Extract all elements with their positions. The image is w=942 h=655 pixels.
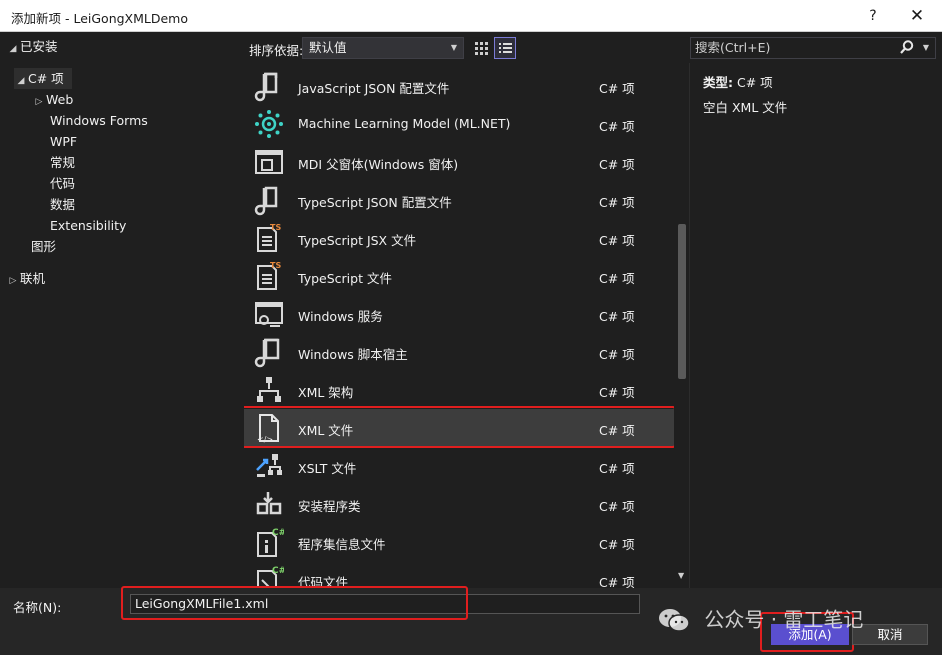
name-label: 名称(N): [13, 600, 62, 615]
template-item[interactable]: C# 代码文件 C# 项 [244, 561, 674, 588]
search-input[interactable]: 搜索(Ctrl+E) ▼ [690, 37, 936, 59]
selection-highlight-box [244, 406, 676, 448]
tree-item-web[interactable]: ▷ Web [32, 89, 74, 113]
template-item[interactable]: C# 程序集信息文件 C# 项 [244, 523, 674, 561]
json-config-icon [254, 72, 278, 102]
tree-item-online[interactable]: ▷ 联机 [6, 268, 45, 289]
svg-text:C#: C# [272, 528, 284, 538]
expanded-arrow-icon[interactable]: ◢ [6, 39, 20, 60]
chevron-down-icon[interactable]: ▼ [923, 38, 929, 58]
svg-text:C#: C# [272, 566, 284, 576]
template-item[interactable]: TS TypeScript 文件 C# 项 [244, 257, 674, 295]
grid-view-button[interactable] [470, 37, 492, 59]
svg-text:TS: TS [270, 223, 281, 232]
sort-label: 排序依据: [249, 43, 304, 58]
ml-model-icon [255, 110, 283, 138]
tree-item-graphics[interactable]: 图形 [31, 236, 56, 257]
template-item[interactable]: Machine Learning Model (ML.NET) C# 项 [244, 105, 674, 143]
tree-item-installed[interactable]: ◢ 已安装 [6, 36, 58, 57]
template-list-scrollbar[interactable]: ▼ [674, 66, 690, 588]
windows-service-icon [255, 302, 283, 327]
template-item[interactable]: TS TypeScript JSX 文件 C# 项 [244, 219, 674, 257]
collapsed-arrow-icon[interactable]: ▷ [6, 271, 20, 292]
chevron-down-icon: ▼ [450, 43, 457, 52]
search-icon[interactable] [899, 39, 915, 55]
assembly-info-icon: C# [257, 528, 284, 557]
template-item-selected[interactable]: </> XML 文件 C# 项 [244, 406, 676, 448]
expanded-arrow-icon[interactable]: ◢ [14, 71, 28, 92]
mdi-form-icon [255, 150, 283, 174]
name-highlight-box [121, 586, 468, 620]
grid-view-icon [475, 42, 488, 55]
category-tree: ◢ 已安装 ◢ C# 项 ▷ Web Windows Forms WPF 常规 代码 … [0, 33, 244, 588]
installer-class-icon [256, 492, 282, 515]
scroll-down-icon[interactable]: ▼ [678, 571, 684, 580]
svg-text:TS: TS [270, 261, 281, 270]
template-item[interactable]: 安装程序类 C# 项 [244, 485, 674, 523]
template-item[interactable]: TypeScript JSON 配置文件 C# 项 [244, 181, 674, 219]
title-bar: 添加新项 - LeiGongXMLDemo ? ✕ [0, 0, 942, 32]
tree-item-code[interactable]: 代码 [50, 173, 75, 194]
xml-schema-icon [257, 377, 281, 402]
wechat-icon [659, 608, 690, 632]
tree-item-data[interactable]: 数据 [50, 194, 75, 215]
scrollbar-thumb[interactable] [678, 224, 686, 379]
template-item[interactable]: XSLT 文件 C# 项 [244, 447, 674, 485]
tree-item-extensibility[interactable]: Extensibility [50, 215, 126, 236]
template-item[interactable]: XML 架构 C# 项 [244, 371, 674, 409]
template-item[interactable]: MDI 父窗体(Windows 窗体) C# 项 [244, 143, 674, 181]
tree-item-wpf[interactable]: WPF [50, 131, 77, 152]
collapsed-arrow-icon[interactable]: ▷ [32, 92, 46, 113]
watermark: 公众号 · 雷工笔记 [658, 603, 863, 633]
template-item[interactable]: Windows 服务 C# 项 [244, 295, 674, 333]
template-list: JavaScript JSON 配置文件 C# 项 Machine Learni… [244, 66, 690, 588]
details-pane: 搜索(Ctrl+E) ▼ 类型: C# 项 空白 XML 文件 [690, 33, 942, 588]
typescript-file-icon: TS [257, 223, 281, 252]
script-host-icon [254, 338, 280, 368]
list-view-button[interactable] [494, 37, 516, 59]
tree-item-windows-forms[interactable]: Windows Forms [50, 110, 148, 131]
window-title: 添加新项 - LeiGongXMLDemo [11, 11, 189, 26]
template-item[interactable]: JavaScript JSON 配置文件 C# 项 [244, 67, 674, 105]
item-description: 空白 XML 文件 [703, 100, 788, 115]
item-type: 类型: C# 项 [703, 75, 773, 90]
tree-item-general[interactable]: 常规 [50, 152, 75, 173]
code-file-icon: C# [257, 566, 284, 588]
sort-toolbar: 排序依据: 默认值 ▼ [244, 33, 690, 63]
help-button[interactable]: ? [860, 4, 886, 28]
list-view-icon [499, 43, 512, 53]
json-config-icon [254, 186, 278, 216]
xslt-file-icon [256, 454, 282, 477]
tree-item-csharp[interactable]: ◢ C# 项 [14, 68, 72, 89]
sort-dropdown[interactable]: 默认值 ▼ [302, 37, 464, 59]
template-item[interactable]: Windows 脚本宿主 C# 项 [244, 333, 674, 371]
typescript-file-icon: TS [257, 261, 281, 290]
close-button[interactable]: ✕ [902, 4, 932, 28]
